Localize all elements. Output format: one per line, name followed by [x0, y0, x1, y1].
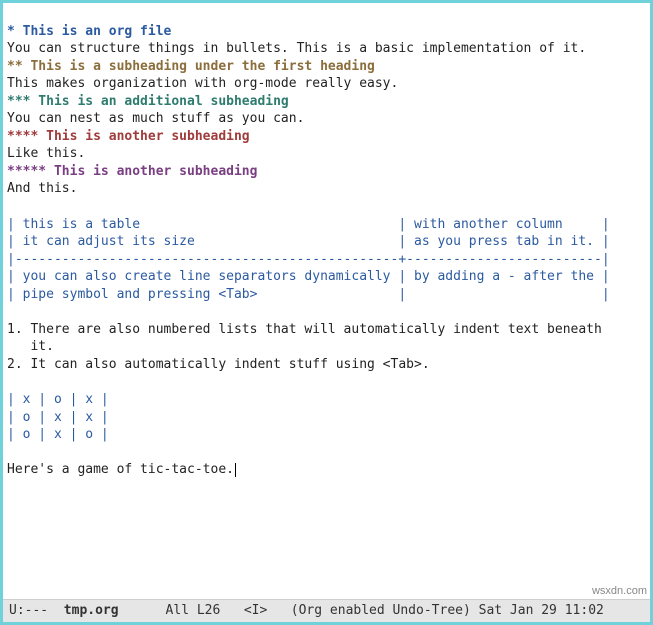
watermark: wsxdn.com — [592, 584, 647, 599]
heading-2: ** This is a subheading under the first … — [7, 59, 375, 74]
heading-5: ***** This is another subheading — [7, 164, 257, 179]
body-text: You can structure things in bullets. Thi… — [7, 41, 586, 56]
text-cursor — [235, 463, 236, 477]
modeline-filename: tmp.org — [56, 602, 119, 620]
body-text: Here's a game of tic-tac-toe. — [7, 462, 234, 477]
mode-line: U:--- tmp.org All L26 <I> (Org enabled U… — [3, 599, 650, 622]
table-row: | pipe symbol and pressing <Tab> | | — [7, 287, 610, 302]
list-item: 1. There are also numbered lists that wi… — [7, 322, 602, 337]
table-separator: |---------------------------------------… — [7, 252, 610, 267]
table-row: | x | o | x | — [7, 392, 109, 407]
modeline-modified: U:--- — [9, 602, 56, 620]
heading-4: **** This is another subheading — [7, 129, 250, 144]
emacs-frame: * This is an org file You can structure … — [0, 0, 653, 625]
table-row: | o | x | x | — [7, 410, 109, 425]
body-text: Like this. — [7, 146, 85, 161]
list-item: 2. It can also automatically indent stuf… — [7, 357, 430, 372]
body-text: And this. — [7, 181, 77, 196]
list-item-cont: it. — [7, 339, 54, 354]
table-row: | it can adjust its size | as you press … — [7, 234, 610, 249]
table-row: | o | x | o | — [7, 427, 109, 442]
modeline-position: All L26 <I> (Org enabled Undo-Tree) Sat … — [119, 602, 604, 620]
body-text: This makes organization with org-mode re… — [7, 76, 398, 91]
body-text: You can nest as much stuff as you can. — [7, 111, 304, 126]
heading-3: *** This is an additional subheading — [7, 94, 289, 109]
table-row: | you can also create line separators dy… — [7, 269, 610, 284]
buffer-area[interactable]: * This is an org file You can structure … — [3, 3, 650, 599]
heading-1: * This is an org file — [7, 24, 171, 39]
table-row: | this is a table | with another column … — [7, 217, 610, 232]
